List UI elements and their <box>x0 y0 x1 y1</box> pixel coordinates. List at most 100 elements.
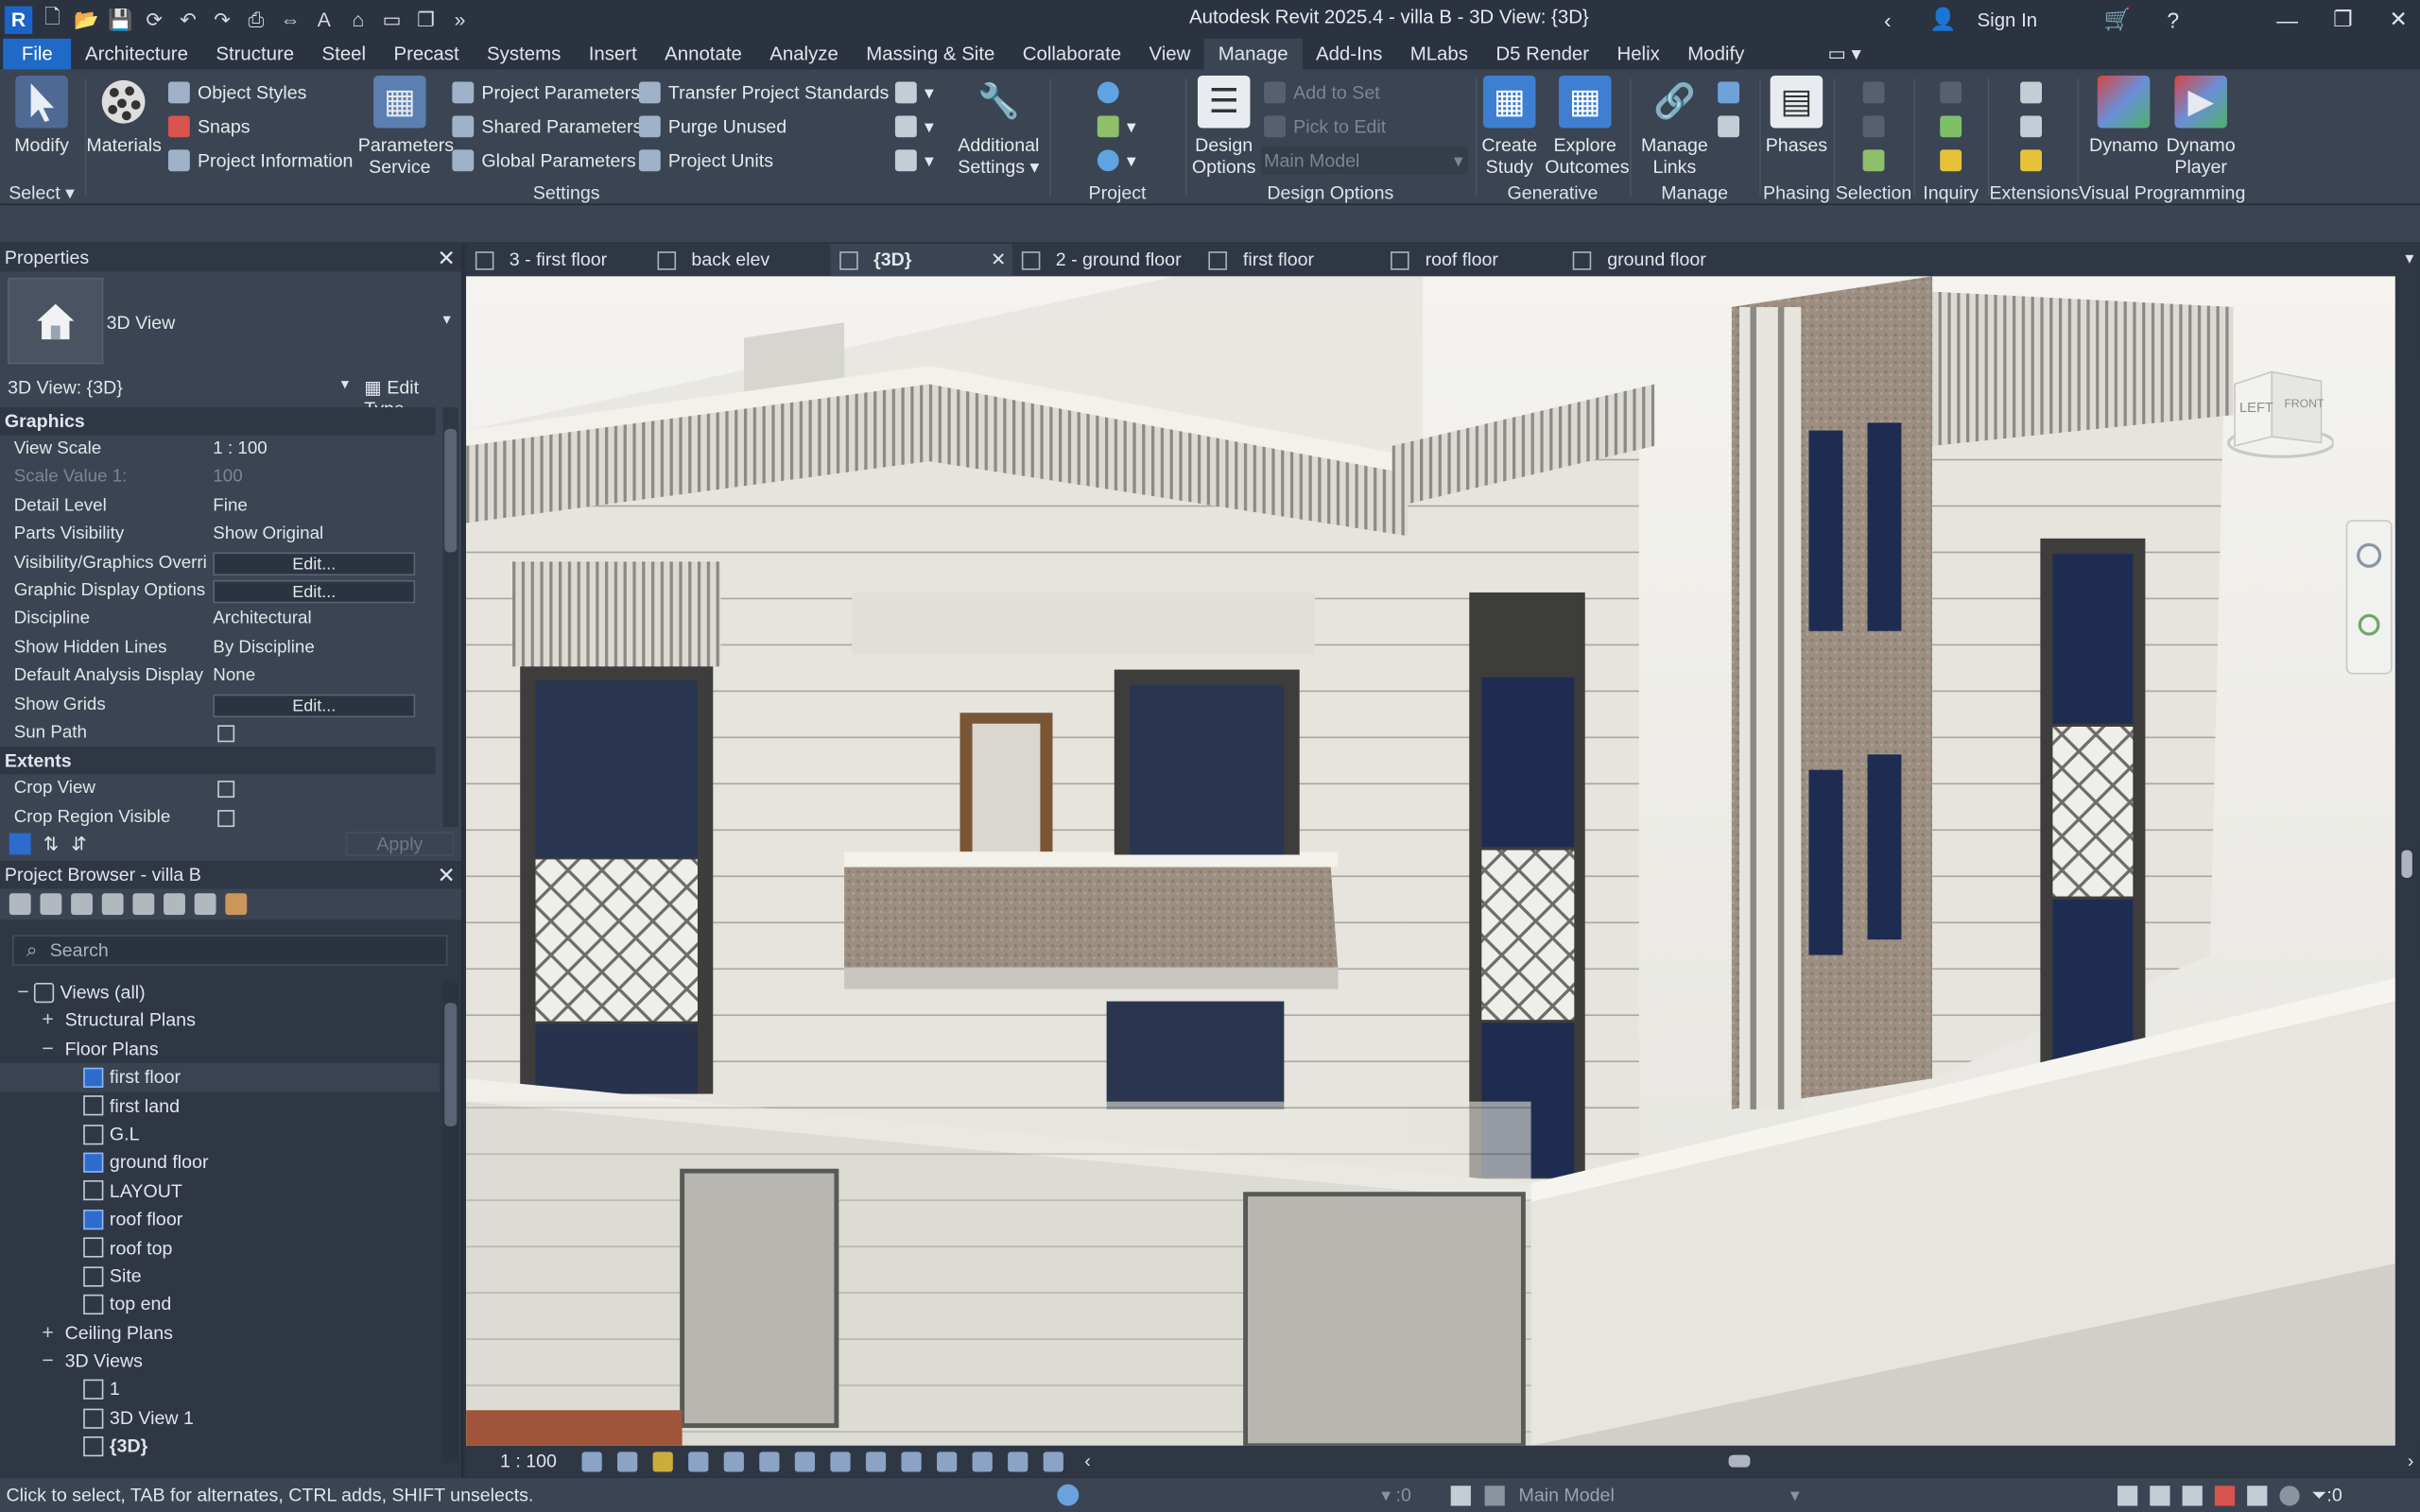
design-option-dropdown[interactable]: Main Model ▾ <box>1260 146 1468 175</box>
purge-unused-button[interactable]: Purge Unused <box>638 112 786 140</box>
tree-item[interactable]: ground floor <box>0 1148 440 1177</box>
checkbox[interactable] <box>217 809 235 827</box>
manage-links-button[interactable]: 🔗 Manage Links <box>1641 76 1709 178</box>
location-button[interactable] <box>1097 78 1127 106</box>
categorized-icon[interactable] <box>9 833 31 855</box>
close-hidden-windows-icon[interactable]: ▭ <box>378 6 406 33</box>
help-icon[interactable]: ? <box>2152 7 2195 31</box>
collapse-icon[interactable]: − <box>12 978 34 1006</box>
sort-descending-icon[interactable]: ⇵ <box>71 833 86 855</box>
tree-item[interactable]: −3D Views <box>0 1347 440 1375</box>
design-options-status-icon[interactable] <box>1484 1485 1505 1505</box>
tree-item[interactable]: roof floor <box>0 1205 440 1233</box>
tree-item[interactable]: G.L <box>0 1120 440 1148</box>
browser-search-input[interactable]: ⌕ Search <box>12 935 448 967</box>
extension-3-button[interactable] <box>2020 146 2049 174</box>
view-tab[interactable]: first floor <box>1200 244 1382 276</box>
analytical-model-icon[interactable] <box>972 1451 993 1471</box>
shared-parameters-button[interactable]: Shared Parameters <box>452 112 642 140</box>
object-styles-button[interactable]: Object Styles <box>167 78 306 106</box>
view-tab[interactable]: ground floor <box>1564 244 1747 276</box>
position-button[interactable]: ▾ <box>1097 146 1136 174</box>
crop-view-icon[interactable] <box>758 1451 780 1471</box>
tab-systems[interactable]: Systems <box>473 39 575 70</box>
parameters-service-button[interactable]: ▦ Parameters Service <box>358 75 454 178</box>
property-value[interactable]: Fine <box>208 491 435 520</box>
zoom-icon[interactable] <box>2358 613 2380 636</box>
lock-view-icon[interactable] <box>829 1451 851 1471</box>
section-graphics[interactable]: Graphics <box>0 407 436 436</box>
property-value[interactable]: By Discipline <box>208 634 435 662</box>
extension-2-button[interactable] <box>2020 112 2049 140</box>
tab-architecture[interactable]: Architecture <box>71 39 201 70</box>
print-icon[interactable]: ⎙ <box>242 6 269 33</box>
save-icon[interactable]: 💾 <box>107 6 134 33</box>
sun-path-icon[interactable] <box>652 1451 673 1471</box>
dynamo-player-button[interactable]: ▶ Dynamo Player <box>2162 75 2239 178</box>
browser-families-icon[interactable] <box>132 893 155 916</box>
coordinates-button[interactable]: ▾ <box>1097 112 1136 140</box>
reveal-hidden-icon[interactable] <box>900 1451 922 1471</box>
tree-item[interactable]: first land <box>0 1091 440 1120</box>
tab-annotate[interactable]: Annotate <box>650 39 755 70</box>
select-links-icon[interactable] <box>2117 1485 2138 1505</box>
show-constraints-icon[interactable] <box>1043 1451 1063 1471</box>
structural-settings-button[interactable]: ▾ <box>894 78 934 106</box>
shadows-icon[interactable] <box>687 1451 708 1471</box>
visual-style-icon[interactable] <box>616 1451 637 1471</box>
edit-button[interactable]: Edit... <box>213 579 416 604</box>
tab-steel[interactable]: Steel <box>308 39 380 70</box>
minimize-button[interactable]: — <box>2266 7 2309 31</box>
property-value[interactable]: Edit... <box>208 691 435 719</box>
tree-item[interactable]: {3D} <box>0 1433 440 1461</box>
edit-button[interactable]: Edit... <box>213 693 416 717</box>
project-parameters-button[interactable]: Project Parameters <box>452 78 640 106</box>
default-3d-view-icon[interactable]: ⌂ <box>344 6 372 33</box>
type-selector[interactable]: 3D View ▾ <box>5 275 460 368</box>
dynamo-button[interactable]: Dynamo <box>2088 75 2159 156</box>
browser-sheets-icon[interactable] <box>194 893 216 916</box>
revit-logo[interactable]: R <box>4 5 33 34</box>
collapse-icon[interactable]: − <box>37 1347 59 1375</box>
tab-structure[interactable]: Structure <box>202 39 308 70</box>
tab-mlabs[interactable]: MLabs <box>1396 39 1482 70</box>
create-study-button[interactable]: ▦ Create Study <box>1477 75 1542 178</box>
design-option-dropdown-chevron[interactable]: ▾ <box>1790 1485 1800 1506</box>
collapse-icon[interactable]: − <box>37 1035 59 1063</box>
explore-outcomes-button[interactable]: ▦ Explore Outcomes <box>1545 75 1630 178</box>
extension-1-button[interactable] <box>2020 78 2049 106</box>
load-selection-button[interactable] <box>1862 112 1893 140</box>
tab-insert[interactable]: Insert <box>575 39 650 70</box>
steering-wheel-icon[interactable] <box>2357 542 2382 568</box>
tree-item[interactable]: + Structural Plans <box>0 1006 440 1035</box>
user-icon[interactable]: 👤 <box>1922 7 1965 33</box>
close-tab-icon[interactable]: ✕ <box>991 244 1006 276</box>
browser-views-icon[interactable] <box>40 893 62 916</box>
scroll-right-icon[interactable]: › <box>2408 1451 2414 1472</box>
tab-precast[interactable]: Precast <box>380 39 474 70</box>
starting-view-button[interactable] <box>1718 112 1747 140</box>
tab-collaborate[interactable]: Collaborate <box>1009 39 1135 70</box>
horizontal-scroll-thumb[interactable] <box>1728 1454 1751 1468</box>
restore-button[interactable]: ❐ <box>2322 7 2365 33</box>
redo-icon[interactable]: ↷ <box>208 6 235 33</box>
properties-scrollbar[interactable] <box>442 407 458 828</box>
filter-icon[interactable]: ⏷:0 <box>2312 1484 2342 1506</box>
tab-massing-site[interactable]: Massing & Site <box>853 39 1010 70</box>
browser-groups-icon[interactable] <box>164 893 185 916</box>
global-parameters-button[interactable]: Global Parameters <box>452 146 636 174</box>
expand-icon[interactable]: + <box>37 1318 59 1347</box>
ids-of-selection-button[interactable] <box>1940 78 1969 106</box>
editable-only-icon[interactable] <box>1450 1485 1471 1505</box>
sync-icon[interactable]: ⟳ <box>141 6 168 33</box>
select-by-face-icon[interactable] <box>2214 1485 2236 1505</box>
tree-item[interactable]: Site <box>0 1262 440 1290</box>
property-value[interactable]: Architectural <box>208 606 435 634</box>
transfer-standards-button[interactable]: Transfer Project Standards <box>638 78 889 106</box>
property-value[interactable]: 1 : 100 <box>208 435 435 463</box>
tree-item[interactable]: 1 <box>0 1375 440 1403</box>
warnings-button[interactable] <box>1940 146 1969 174</box>
sort-ascending-icon[interactable]: ⇅ <box>43 833 59 855</box>
view-selector-dropdown[interactable]: 3D View: {3D} ▾ <box>8 376 354 398</box>
browser-home-icon[interactable] <box>9 893 31 916</box>
